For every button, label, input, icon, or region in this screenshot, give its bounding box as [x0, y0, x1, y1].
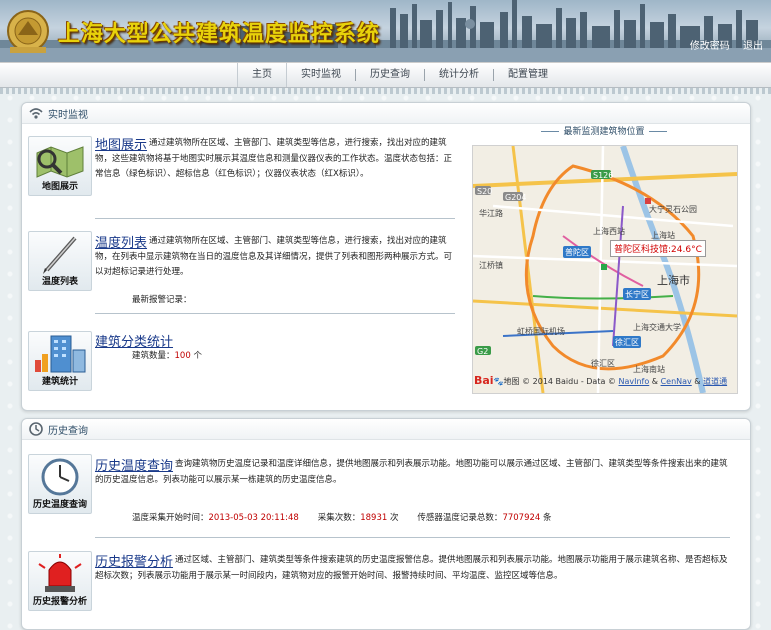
- building-stats-title-link[interactable]: 建筑分类统计: [95, 331, 173, 350]
- collect-count-value: 18931: [360, 513, 388, 523]
- map-label-daning: 大宁灵石公园: [649, 205, 697, 214]
- copyright-link-cennav[interactable]: CenNav: [661, 377, 692, 386]
- map-copyright: Bai🐾地图 © 2014 Baidu - Data © NavInfo & C…: [474, 374, 728, 387]
- divider: [95, 313, 455, 314]
- paw-icon: 🐾: [493, 377, 504, 386]
- alarm-analysis-icon-box[interactable]: 历史报警分析: [28, 551, 92, 611]
- map-label-s126: S126: [593, 171, 614, 180]
- map-label-jiangqiao: 江桥镇: [479, 261, 503, 270]
- history-panel-header: 历史查询: [22, 419, 750, 440]
- collect-count-unit: 次: [389, 513, 399, 523]
- map-icon: [36, 146, 84, 178]
- latest-alarm-label: 最新报警记录：: [132, 295, 192, 305]
- map-label-sjtu: 上海交通大学: [633, 323, 681, 332]
- baidu-map[interactable]: 普陀区 长宁区 徐汇区 上海市 上海西站 大宁灵石公园 上海站 虹桥国际机场 江…: [472, 145, 738, 394]
- baidu-logo: Bai: [474, 374, 494, 387]
- header-banner: 上海大型公共建筑温度监控系统 修改密码 退出: [0, 0, 771, 62]
- building-stats-icon-label: 建筑统计: [41, 377, 78, 387]
- copyright-link-navinfo[interactable]: NavInfo: [618, 377, 649, 386]
- building-stats-icon-box[interactable]: 建筑统计: [28, 331, 92, 391]
- nav-tab-stats[interactable]: 统计分析: [425, 63, 493, 87]
- map-label-putuo: 普陀区: [565, 248, 589, 257]
- building-chart-icon: [35, 335, 86, 373]
- map-show-icon-box[interactable]: 地图展示: [28, 136, 92, 196]
- copyright-text: © 2014 Baidu - Data ©: [522, 377, 616, 386]
- collect-count-label: 采集次数：: [317, 513, 361, 523]
- nav-tab-realtime[interactable]: 实时监视: [287, 63, 355, 87]
- logout-link[interactable]: 退出: [743, 41, 763, 52]
- building-count-value: 100: [174, 351, 191, 361]
- map-label-g2: G2: [477, 347, 489, 356]
- history-panel-title: 历史查询: [48, 426, 88, 437]
- baidu-logo-suffix: 地图: [503, 377, 520, 386]
- history-temp-stats: 温度采集开始时间：2013-05-03 20:11:48 采集次数：18931 …: [132, 511, 552, 523]
- change-password-link[interactable]: 修改密码: [690, 41, 730, 52]
- alarm-analysis-desc: 通过区域、主管部门、建筑类型等条件搜索建筑的历史温度报警信息。提供地图展示和列表…: [95, 555, 728, 581]
- alarm-siren-icon: [38, 554, 82, 592]
- history-temp-icon-box[interactable]: 历史温度查询: [28, 454, 92, 514]
- nav-tab-home[interactable]: 主页: [237, 63, 287, 87]
- map-label-huajiang: 华江路: [479, 209, 503, 218]
- divider: [95, 537, 730, 538]
- nav-tab-config[interactable]: 配置管理: [494, 63, 562, 87]
- clock-history-icon: [29, 422, 43, 436]
- copyright-link-daodaotong[interactable]: 道道通: [703, 377, 727, 386]
- alarm-analysis-icon-label: 历史报警分析: [32, 597, 87, 607]
- history-temp-icon-label: 历史温度查询: [32, 500, 87, 510]
- map-label-shanghai-west: 上海西站: [593, 227, 625, 236]
- realtime-panel-header: 实时监视: [22, 103, 750, 124]
- realtime-panel-title: 实时监视: [48, 110, 88, 121]
- temp-list-icon-label: 温度列表: [41, 277, 78, 287]
- start-time-label: 温度采集开始时间：: [132, 513, 209, 523]
- map-tooltip[interactable]: 普陀区科技馆:24.6°C: [610, 240, 706, 257]
- wifi-icon: [29, 108, 43, 119]
- decor-dashline: [0, 88, 771, 94]
- building-count-label: 建筑数量：: [132, 351, 175, 361]
- app-title: 上海大型公共建筑温度监控系统: [58, 22, 381, 47]
- history-temp-desc: 查询建筑物历史温度记录和温度详细信息，提供地图展示和列表展示功能。地图功能可以展…: [95, 459, 728, 485]
- sensor-total-label: 传感器温度记录总数：: [417, 513, 503, 523]
- map-label-xuhui-district: 徐汇区: [591, 359, 615, 368]
- history-panel: 历史查询: [21, 418, 751, 630]
- building-count: 建筑数量：100 个: [132, 349, 202, 361]
- start-time-value: 2013-05-03 20:11:48: [208, 513, 299, 523]
- map-show-icon-label: 地图展示: [41, 182, 78, 192]
- map-label-s20: S20: [477, 187, 493, 196]
- temp-list-desc: 通过建筑物所在区域、主管部门、建筑类型等信息，进行搜索，找出对应的建筑物，在列表…: [95, 236, 453, 277]
- clock-icon: [41, 458, 79, 496]
- sensor-total-value: 7707924: [502, 513, 541, 523]
- map-label-changning: 长宁区: [625, 290, 649, 299]
- map-title: 最新监测建筑物位置: [472, 124, 736, 137]
- map-label-xuhui: 徐汇区: [615, 338, 639, 347]
- map-show-desc: 通过建筑物所在区域、主管部门、建筑类型等信息，进行搜索，找出对应的建筑物，这些建…: [95, 138, 453, 179]
- building-count-unit: 个: [193, 351, 202, 361]
- main-nav: 主页 实时监视 历史查询 统计分析 配置管理: [0, 62, 771, 88]
- pen-icon: [43, 236, 77, 274]
- map-roads-graphic: [473, 146, 737, 393]
- map-label-shanghai-city: 上海市: [657, 274, 690, 287]
- map-label-g204: G204: [505, 193, 527, 202]
- divider: [95, 218, 455, 219]
- sensor-total-unit: 条: [543, 513, 552, 523]
- map-label-hongqiao: 虹桥国际机场: [517, 327, 565, 336]
- temp-list-icon-box[interactable]: 温度列表: [28, 231, 92, 291]
- nav-tab-history[interactable]: 历史查询: [356, 63, 424, 87]
- top-links: 修改密码 退出: [680, 37, 763, 52]
- emblem-logo: [7, 10, 49, 53]
